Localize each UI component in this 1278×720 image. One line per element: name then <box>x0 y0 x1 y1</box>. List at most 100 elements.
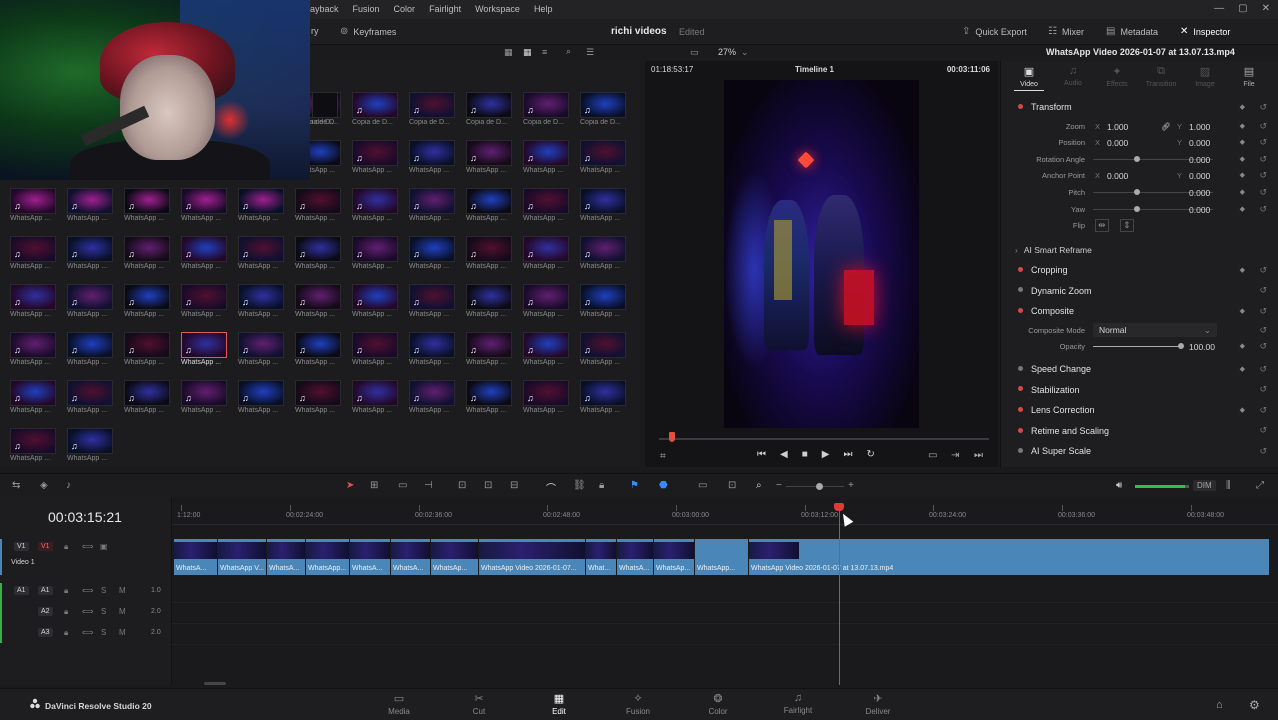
lock-icon[interactable]: 🔒︎ <box>64 586 68 596</box>
track-target-a1[interactable]: A1 <box>14 586 29 595</box>
flag-icon[interactable]: ⚑ <box>630 480 639 491</box>
flip-vertical-icon[interactable]: ⇕ <box>1120 219 1134 233</box>
section-lens-correction[interactable]: Lens Correction ◆ ↺ <box>1001 400 1278 421</box>
position-y-value[interactable]: 0.000 <box>1189 138 1210 148</box>
last-frame-icon[interactable]: ⏭ <box>974 450 983 461</box>
section-ai-smart-reframe[interactable]: › AI Smart Reframe <box>1001 240 1278 260</box>
page-tab-cut[interactable]: ✂ Cut <box>449 692 509 716</box>
linked-selection-icon[interactable]: ⛓︎ <box>573 480 586 491</box>
zoom-x-value[interactable]: 1.000 <box>1107 122 1128 132</box>
track-v1[interactable]: WhatsA... WhatsApp V... WhatsA... WhatsApp.… <box>172 539 1278 575</box>
media-clip-thumbnail[interactable]: ♫ Copia de D... <box>523 92 569 128</box>
reset-icon[interactable]: ↺ <box>1259 285 1267 296</box>
menu-fusion[interactable]: Fusion <box>353 4 380 14</box>
media-clip-thumbnail[interactable]: ♫ WhatsApp ... <box>124 284 170 320</box>
timeline-clip[interactable]: What... <box>586 539 617 575</box>
blade-tool-icon[interactable]: ⊣ <box>424 480 433 491</box>
menu-playback[interactable]: ayback <box>310 4 339 14</box>
dim-button[interactable]: DIM <box>1193 480 1216 491</box>
insert-clip-icon[interactable]: ⊡ <box>458 480 466 491</box>
volume-slider[interactable] <box>1135 485 1185 488</box>
timeline-clip[interactable]: WhatsA... <box>350 539 391 575</box>
media-clip-thumbnail[interactable]: ♫ WhatsApp ... <box>466 380 512 416</box>
zoom-custom-icon[interactable]: ⌕ <box>756 480 762 491</box>
section-composite[interactable]: Composite ◆ ↺ <box>1001 301 1278 322</box>
media-clip-thumbnail[interactable]: ♫ WhatsApp ... <box>124 188 170 224</box>
stop-icon[interactable]: ■ <box>802 449 808 460</box>
reset-icon[interactable]: ↺ <box>1259 384 1267 395</box>
lane-a1[interactable] <box>172 583 1278 603</box>
auto-select-icon[interactable]: ⟺ <box>82 628 93 637</box>
keyframes-button[interactable]: ⊚ Keyframes <box>340 26 396 37</box>
keyframe-icon[interactable]: ◆ <box>1240 155 1245 163</box>
quick-export-button[interactable]: ⇪ Quick Export <box>962 26 1027 37</box>
media-clip-thumbnail[interactable]: ♫ WhatsApp ... <box>580 380 626 416</box>
media-clip-thumbnail[interactable]: ♫ WhatsApp ... <box>181 332 227 368</box>
media-clip-thumbnail[interactable]: ♫ WhatsApp ... <box>466 140 512 176</box>
reset-icon[interactable]: ↺ <box>1259 364 1267 375</box>
keyframe-icon[interactable]: ◆ <box>1240 365 1245 373</box>
tab-effects[interactable]: ✦ Effects <box>1095 65 1139 93</box>
loop-icon[interactable]: ↻ <box>866 449 874 460</box>
timeline-clip[interactable]: WhatsA... <box>267 539 306 575</box>
keyframe-icon[interactable]: ◆ <box>1240 122 1245 130</box>
media-clip-thumbnail[interactable]: ♫ WhatsApp ... <box>295 188 341 224</box>
mute-button[interactable]: M <box>119 607 126 616</box>
media-clip-thumbnail[interactable]: ♫ WhatsApp ... <box>295 380 341 416</box>
page-tab-deliver[interactable]: ✈ Deliver <box>848 692 908 716</box>
tab-file[interactable]: ▤ File <box>1227 65 1271 93</box>
minimize-icon[interactable]: — <box>1214 3 1224 14</box>
timeline-clip[interactable]: WhatsApp Video 2026-01-07 at 13.07.13.mp… <box>749 539 1270 575</box>
anchor-x-value[interactable]: 0.000 <box>1107 171 1128 181</box>
grid-view-icon[interactable]: ▦ <box>523 47 532 58</box>
options-icon[interactable]: ☰ <box>586 47 594 58</box>
media-clip-thumbnail[interactable]: ♫ WhatsApp ... <box>10 188 56 224</box>
rotation-slider-knob[interactable] <box>1134 155 1140 162</box>
media-clip-thumbnail[interactable]: ♫ WhatsApp ... <box>67 284 113 320</box>
keyframe-icon[interactable]: ◆ <box>1240 266 1245 274</box>
media-clip-thumbnail[interactable]: ♫ WhatsApp ... <box>10 236 56 272</box>
menu-color[interactable]: Color <box>394 4 416 14</box>
media-clip-thumbnail[interactable]: ♫ WhatsApp ... <box>295 236 341 272</box>
selection-tool-icon[interactable]: ➤ <box>346 480 354 491</box>
track-visibility-icon[interactable]: ▣ <box>100 542 108 551</box>
media-clip-thumbnail[interactable]: ♫ WhatsApp ... <box>523 332 569 368</box>
home-icon[interactable]: ⌂ <box>1216 699 1223 711</box>
timeline-zoom-slider[interactable] <box>786 486 844 487</box>
media-clip-thumbnail[interactable]: ♫ WhatsApp ... <box>352 236 398 272</box>
section-cropping[interactable]: Cropping ◆ ↺ <box>1001 260 1278 281</box>
media-clip-thumbnail[interactable]: ♫ WhatsApp ... <box>67 380 113 416</box>
page-tab-fairlight[interactable]: ♫ Fairlight <box>768 692 828 715</box>
menu-fairlight[interactable]: Fairlight <box>429 4 461 14</box>
media-clip-thumbnail[interactable]: ♫ WhatsApp ... <box>238 236 284 272</box>
reset-icon[interactable]: ↺ <box>1259 137 1267 148</box>
timeline-clip[interactable]: WhatsA... <box>617 539 654 575</box>
overwrite-clip-icon[interactable]: ⊡ <box>484 480 492 491</box>
media-clip-thumbnail[interactable]: ♫ Copia de D... <box>409 92 455 128</box>
media-clip-thumbnail[interactable]: ♫ WhatsApp ... <box>466 236 512 272</box>
media-clip-thumbnail[interactable]: ia de D... <box>312 92 338 128</box>
yaw-slider-knob[interactable] <box>1134 205 1140 212</box>
viewer-mode-icon[interactable]: ▭ <box>690 47 699 58</box>
timeline-clip[interactable]: WhatsApp... <box>306 539 350 575</box>
media-clip-thumbnail[interactable]: ♫ WhatsApp ... <box>466 188 512 224</box>
reset-icon[interactable]: ↺ <box>1259 204 1267 215</box>
timeline-clip[interactable]: WhatsAp... <box>654 539 695 575</box>
keyframe-icon[interactable]: ◆ <box>1240 171 1245 179</box>
media-clip-thumbnail[interactable]: ♫ WhatsApp ... <box>181 188 227 224</box>
reset-icon[interactable]: ↺ <box>1259 306 1267 317</box>
snapping-icon[interactable]: ⌒ <box>546 480 556 495</box>
timeline-playhead[interactable] <box>839 507 840 685</box>
play-reverse-icon[interactable]: ◀ <box>780 449 788 460</box>
lock-icon[interactable]: 🔒︎ <box>64 542 68 552</box>
opacity-value[interactable]: 100.00 <box>1189 342 1215 352</box>
media-clip-thumbnail[interactable]: ♫ WhatsApp ... <box>238 380 284 416</box>
media-clip-thumbnail[interactable]: ♫ WhatsApp ... <box>124 380 170 416</box>
media-clip-thumbnail[interactable]: ♫ WhatsApp ... <box>124 332 170 368</box>
inspector-button[interactable]: ✕ Inspector <box>1180 26 1230 37</box>
yaw-value[interactable]: 0.000 <box>1189 205 1210 215</box>
timeline-clip[interactable]: WhatsApp V... <box>218 539 267 575</box>
horizontal-scrollbar[interactable] <box>204 682 226 685</box>
timeline-clip[interactable]: WhatsApp... <box>695 539 749 575</box>
search-icon[interactable]: ⌕ <box>566 46 571 57</box>
